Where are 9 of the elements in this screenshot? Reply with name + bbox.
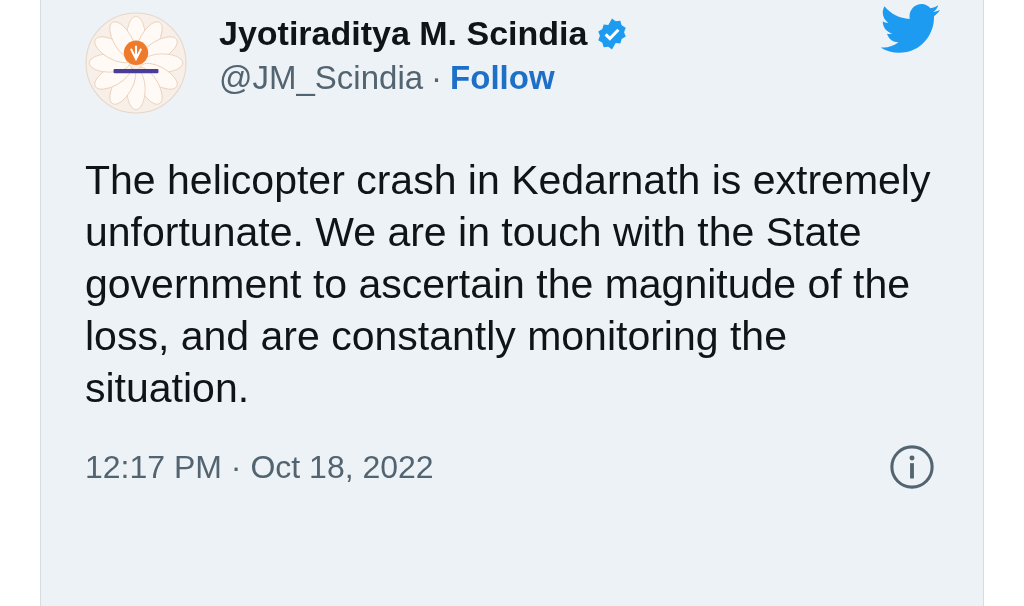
info-icon[interactable] xyxy=(889,444,935,490)
tweet-text: The helicopter crash in Kedarnath is extremely unfortunate. We are in touch with the State government to ascertain the magnitude of the loss, and are constantly monitoring the situation. xyxy=(85,156,932,413)
follow-link[interactable]: Follow xyxy=(450,59,555,97)
separator-dot: · xyxy=(431,59,443,97)
author-handle: @JM_Scindia xyxy=(219,59,424,97)
author-name: Jyotiraditya M. Scindia xyxy=(219,14,588,53)
avatar[interactable] xyxy=(85,12,187,114)
tweet-timestamp: 12:17 PM · Oct 18, 2022 xyxy=(85,448,434,486)
bird-logo-icon xyxy=(881,4,941,54)
